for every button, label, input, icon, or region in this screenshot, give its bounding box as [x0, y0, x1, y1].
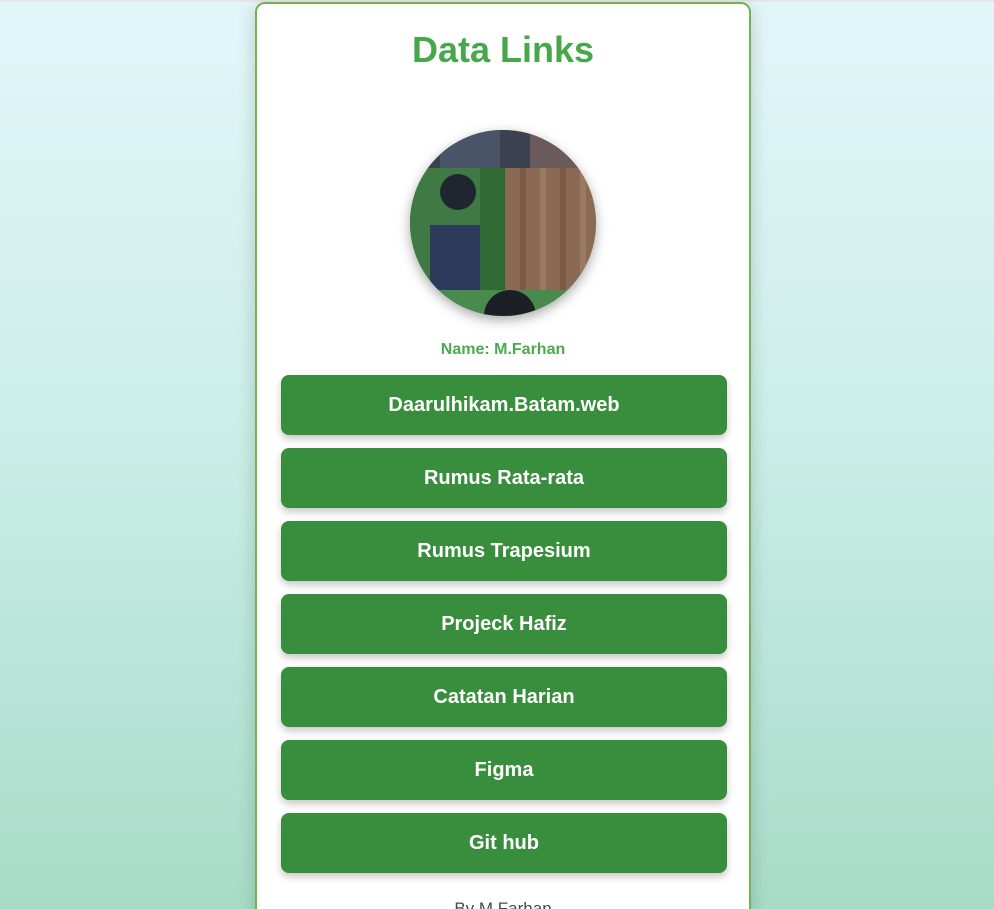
links-card: Data Links Name: M.Farhan Daarulhikam.Ba…: [255, 2, 751, 909]
footer-credit: By M.Farhan: [454, 899, 552, 909]
link-button-projeck-hafiz[interactable]: Projeck Hafiz: [281, 594, 727, 654]
link-button-rumus-rata-rata[interactable]: Rumus Rata-rata: [281, 448, 727, 508]
link-button-rumus-trapesium[interactable]: Rumus Trapesium: [281, 521, 727, 581]
profile-photo: [410, 130, 596, 316]
links-list: Daarulhikam.Batam.web Rumus Rata-rata Ru…: [281, 375, 727, 886]
link-button-figma[interactable]: Figma: [281, 740, 727, 800]
link-button-github[interactable]: Git hub: [281, 813, 727, 873]
link-button-daarulhikam[interactable]: Daarulhikam.Batam.web: [281, 375, 727, 435]
link-button-catatan-harian[interactable]: Catatan Harian: [281, 667, 727, 727]
profile-name: Name: M.Farhan: [440, 341, 566, 358]
page-title: Data Links: [411, 29, 595, 70]
